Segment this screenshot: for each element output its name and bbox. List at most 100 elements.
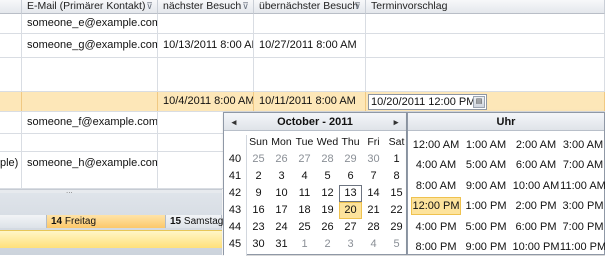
calendar-day[interactable]: 1 [293,236,316,253]
table-cell-after [254,14,366,33]
calendar-day[interactable]: 3 [270,168,293,185]
calendar-day[interactable]: 6 [339,168,362,185]
calendar-day[interactable]: 10 [270,185,293,202]
column-header-next-visit[interactable]: nächster Besuch ⊽ [158,0,254,14]
filter-icon[interactable]: ⊽ [241,1,250,12]
calendar-day[interactable]: 14 [362,185,385,202]
time-slot[interactable]: 8:00 AM [411,177,461,195]
all-day-bar[interactable] [0,230,222,248]
calendar-day[interactable]: 19 [316,202,339,219]
calendar-day[interactable]: 18 [293,202,316,219]
filter-icon[interactable]: ⊽ [145,1,154,12]
table-cell-after [254,58,366,91]
time-slot[interactable]: 7:00 AM [558,156,605,174]
calendar-day[interactable]: 30 [362,151,385,168]
calendar-day[interactable]: 2 [316,236,339,253]
time-slot[interactable]: 9:00 PM [461,238,511,256]
calendar-day[interactable]: 1 [385,151,408,168]
date-picker-popup: ◂ October - 2011 ▸ 40 41 42 43 44 45 Sun Mon Tu… [223,112,408,256]
calendar-day[interactable]: 28 [316,151,339,168]
calendar-day[interactable]: 8 [385,168,408,185]
schedule-day-today[interactable]: 14 Freitag [47,215,166,228]
table-cell: ple) [0,152,22,188]
calendar-day[interactable]: 28 [362,219,385,236]
time-slot[interactable]: 1:00 PM [461,197,511,215]
calendar-day[interactable]: 29 [339,151,362,168]
schedule-day[interactable]: 15 Samstag [166,215,224,228]
table-row[interactable] [0,58,605,92]
time-slot[interactable]: 5:00 PM [461,218,511,236]
calendar-day[interactable]: 22 [385,202,408,219]
time-slot[interactable]: 7:00 PM [558,218,605,236]
time-slot[interactable]: 12:00 AM [411,136,461,154]
calendar-day[interactable]: 30 [247,236,270,253]
calendar-day[interactable]: 16 [247,202,270,219]
time-slot[interactable]: 2:00 AM [511,136,561,154]
calendar-day[interactable]: 26 [270,151,293,168]
calendar-day[interactable]: 25 [247,151,270,168]
calendar-day[interactable]: 21 [362,202,385,219]
column-header-after-visit[interactable]: übernächster Besuch ⊽ [254,0,366,14]
calendar-day[interactable]: 31 [270,236,293,253]
time-slot[interactable]: 6:00 AM [511,156,561,174]
table-cell-next [158,14,254,33]
time-slot[interactable]: 3:00 PM [558,197,605,215]
calendar-day[interactable]: 11 [293,185,316,202]
day-name: Freitag [64,216,97,227]
calendar-day[interactable]: 3 [339,236,362,253]
calendar-day[interactable]: 13 [339,185,362,202]
table-row[interactable]: someone_e@example.com [0,14,605,34]
time-slot[interactable]: 12:00 PM [411,197,461,216]
calendar-dropdown-icon[interactable]: ▤ [473,96,485,108]
calendar-day[interactable]: 5 [385,236,408,253]
weekday-label: Mon [271,136,292,148]
time-slot[interactable]: 10:00 AM [511,177,561,195]
calendar-day[interactable]: 4 [293,168,316,185]
time-slot[interactable]: 11:00 PM [558,238,605,256]
filter-icon[interactable]: ⊽ [353,1,362,12]
column-header-label: E-Mail (Primärer Kontakt) [27,0,146,12]
column-header-0[interactable] [0,0,22,14]
day-name: Samstag [183,216,224,227]
time-slot[interactable]: 8:00 PM [411,238,461,256]
time-slot[interactable]: 5:00 AM [461,156,511,174]
time-slot[interactable]: 10:00 PM [511,238,561,256]
calendar-day[interactable]: 26 [316,219,339,236]
week-number: 45 [228,238,242,250]
next-month-icon[interactable]: ▸ [389,113,403,131]
calendar-day[interactable]: 24 [270,219,293,236]
time-slot[interactable]: 4:00 PM [411,218,461,236]
proposal-datetime-input[interactable]: 10/20/2011 12:00 PM ▤ [368,94,487,110]
table-cell [0,134,22,151]
calendar-day[interactable]: 15 [385,185,408,202]
time-slot[interactable]: 4:00 AM [411,156,461,174]
calendar-day[interactable]: 23 [247,219,270,236]
schedule-day[interactable] [0,215,47,228]
calendar-day[interactable]: 27 [293,151,316,168]
time-slot[interactable]: 6:00 PM [511,218,561,236]
calendar-day[interactable]: 5 [316,168,339,185]
calendar-day[interactable]: 7 [362,168,385,185]
datetime-input-value: 10/20/2011 12:00 PM [371,96,476,108]
table-row-selected[interactable]: 10/4/2011 8:00 AM 10/11/2011 8:00 AM [0,92,605,112]
calendar-day[interactable]: 25 [293,219,316,236]
calendar-day[interactable]: 2 [247,168,270,185]
column-header-email[interactable]: E-Mail (Primärer Kontakt) ⊽ [22,0,158,14]
calendar-day[interactable]: 9 [247,185,270,202]
calendar-month-title[interactable]: October - 2011 [277,116,353,128]
calendar-day[interactable]: 12 [316,185,339,202]
time-slot[interactable]: 3:00 AM [558,136,605,154]
table-cell [0,14,22,33]
calendar-day[interactable]: 4 [362,236,385,253]
time-slot[interactable]: 2:00 PM [511,197,561,215]
calendar-day[interactable]: 27 [339,219,362,236]
time-slot[interactable]: 11:00 AM [558,177,605,195]
time-slot[interactable]: 1:00 AM [461,136,511,154]
time-slot[interactable]: 9:00 AM [461,177,511,195]
table-row[interactable]: someone_g@example.com 10/13/2011 8:00 AM… [0,34,605,58]
previous-month-icon[interactable]: ◂ [227,113,241,131]
calendar-day[interactable]: 20 [339,202,362,219]
calendar-day[interactable]: 17 [270,202,293,219]
column-header-proposal[interactable]: Terminvorschlag [366,0,605,14]
calendar-day[interactable]: 29 [385,219,408,236]
